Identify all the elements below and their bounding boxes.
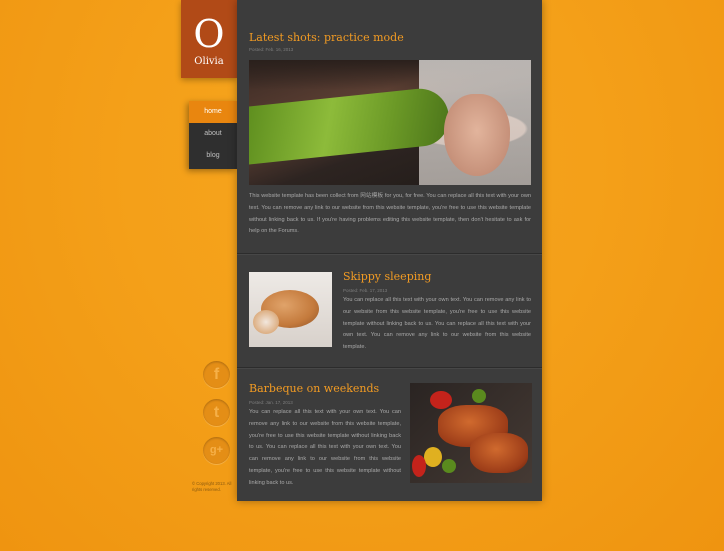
post-image-dog[interactable] <box>249 272 332 347</box>
logo-name: Olivia <box>194 56 224 67</box>
image-dog-head <box>253 310 279 334</box>
post-title[interactable]: Skippy sleeping <box>343 270 431 283</box>
post-image-barbeque[interactable] <box>410 383 532 483</box>
nav-item-blog[interactable]: blog <box>189 145 237 167</box>
copyright-text: © Copyright 2013. All rights reserved. <box>192 481 232 492</box>
main-nav: home about blog <box>189 101 237 169</box>
image-pepper-shade <box>424 447 442 467</box>
image-pepper-shade <box>442 459 456 473</box>
post-meta: Posted: Jan. 17, 2013 <box>249 400 293 405</box>
image-pepper-shade <box>472 389 486 403</box>
logo-letter: O <box>193 12 225 56</box>
post-divider <box>237 367 542 368</box>
post-title[interactable]: Barbeque on weekends <box>249 382 379 395</box>
post-text: You can replace all this text with your … <box>343 297 531 351</box>
content-column: Latest shots: practice mode Posted: Feb.… <box>237 0 542 501</box>
post-title[interactable]: Latest shots: practice mode <box>249 31 404 44</box>
post-text: This website template has been collect f… <box>249 193 531 235</box>
post-text: You can replace all this text with your … <box>249 409 401 486</box>
nav-item-home[interactable]: home <box>189 101 237 123</box>
post-meta: Posted: Feb. 16, 2013 <box>249 47 294 52</box>
page: O Olivia home about blog Latest shots: p… <box>0 0 724 551</box>
image-meat-shade <box>470 433 528 473</box>
logo[interactable]: O Olivia <box>181 0 237 78</box>
image-face-shade <box>444 94 510 176</box>
google-plus-icon[interactable]: g+ <box>203 437 230 464</box>
image-pepper-shade <box>430 391 452 409</box>
post-meta: Posted: Feb. 17, 2013 <box>343 288 388 293</box>
image-pepper-shade <box>412 455 426 477</box>
nav-item-about[interactable]: about <box>189 123 237 145</box>
facebook-icon[interactable]: f <box>203 361 230 388</box>
post-divider <box>237 253 542 254</box>
twitter-icon[interactable]: t <box>203 399 230 426</box>
post-image-woman[interactable] <box>249 60 531 185</box>
